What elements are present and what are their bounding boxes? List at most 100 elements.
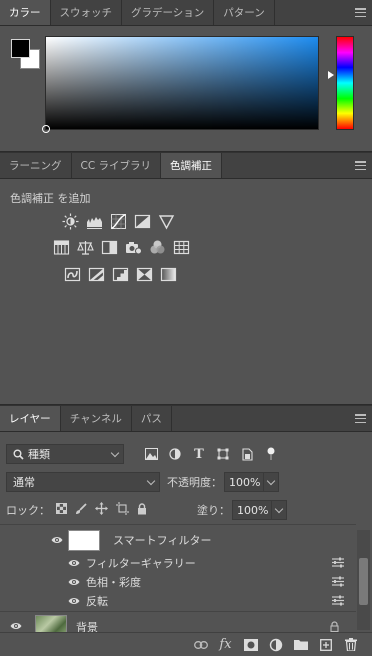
smart-filter-row[interactable]: スマートフィルター bbox=[0, 527, 356, 553]
invert-icon[interactable] bbox=[63, 265, 82, 284]
color-panel: カラー スウォッチ グラデーション パターン bbox=[0, 0, 372, 152]
blend-mode-row: 通常 不透明度： 100% bbox=[0, 472, 372, 492]
filter-blending-options-icon[interactable] bbox=[332, 595, 344, 609]
tab-paths[interactable]: パス bbox=[132, 406, 172, 431]
adjustments-panel-tabbar: ラーニング CC ライブラリ 色調補正 bbox=[0, 153, 372, 179]
visibility-eye-icon[interactable] bbox=[51, 536, 63, 544]
fill-dropdown-button[interactable] bbox=[271, 500, 287, 520]
layer-style-fx-button[interactable]: fx bbox=[218, 637, 233, 652]
panel-menu-icon[interactable] bbox=[355, 161, 366, 170]
tab-adjustments[interactable]: 色調補正 bbox=[161, 153, 223, 178]
photo-filter-icon[interactable] bbox=[124, 238, 143, 257]
new-adjustment-layer-icon[interactable] bbox=[268, 637, 283, 652]
fill-input[interactable]: 100% bbox=[232, 500, 272, 520]
selective-color-icon[interactable] bbox=[135, 265, 154, 284]
channel-mixer-icon[interactable] bbox=[148, 238, 167, 257]
filter-blending-options-icon[interactable] bbox=[332, 576, 344, 590]
color-panel-tabbar: カラー スウォッチ グラデーション パターン bbox=[0, 0, 372, 26]
visibility-eye-icon[interactable] bbox=[10, 622, 22, 630]
lock-position-move-icon[interactable] bbox=[95, 502, 108, 518]
color-field-marker[interactable] bbox=[42, 125, 50, 133]
threshold-icon[interactable] bbox=[111, 265, 130, 284]
tab-swatches[interactable]: スウォッチ bbox=[51, 0, 122, 25]
color-picker-field[interactable] bbox=[42, 36, 319, 133]
adjustments-title: 色調補正 を追加 bbox=[10, 192, 91, 205]
tab-gradients[interactable]: グラデーション bbox=[122, 0, 215, 25]
tab-patterns[interactable]: パターン bbox=[214, 0, 275, 25]
color-lookup-icon[interactable] bbox=[172, 238, 191, 257]
background-layer-row[interactable]: 背景 bbox=[0, 613, 356, 632]
blend-mode-dropdown[interactable]: 通常 bbox=[6, 472, 160, 492]
posterize-icon[interactable] bbox=[87, 265, 106, 284]
adjustment-layer-filter-icon[interactable] bbox=[168, 447, 182, 461]
fill-label: 塗り： bbox=[197, 504, 230, 517]
smart-object-filter-icon[interactable] bbox=[240, 447, 254, 461]
opacity-input[interactable]: 100% bbox=[224, 472, 264, 492]
smart-filter-label: スマートフィルター bbox=[113, 534, 212, 547]
shape-layer-filter-icon[interactable] bbox=[216, 447, 230, 461]
panel-menu-icon[interactable] bbox=[355, 414, 366, 423]
adjustments-panel: ラーニング CC ライブラリ 色調補正 色調補正 を追加 bbox=[0, 153, 372, 405]
tab-color[interactable]: カラー bbox=[0, 0, 51, 25]
search-icon bbox=[13, 449, 24, 460]
tab-cc-libraries[interactable]: CC ライブラリ bbox=[72, 153, 162, 178]
pixel-layer-filter-icon[interactable] bbox=[144, 447, 158, 461]
brightness-contrast-icon[interactable] bbox=[61, 212, 80, 231]
lock-all-icon[interactable] bbox=[137, 502, 147, 518]
type-layer-filter-icon[interactable]: T bbox=[192, 447, 206, 462]
hue-saturation-icon[interactable] bbox=[52, 238, 71, 257]
invert-label: 反転 bbox=[86, 595, 108, 608]
filter-blending-options-icon[interactable] bbox=[332, 557, 344, 571]
lock-label: ロック： bbox=[6, 504, 50, 517]
hue-saturation-filter-row[interactable]: 色相・彩度 bbox=[0, 573, 356, 591]
delete-layer-trash-icon[interactable] bbox=[343, 637, 358, 652]
tab-layers[interactable]: レイヤー bbox=[0, 406, 61, 431]
lock-transparency-icon[interactable] bbox=[56, 503, 67, 517]
lock-artboard-icon[interactable] bbox=[116, 502, 129, 518]
layer-filter-icons: T bbox=[144, 447, 278, 462]
vibrance-icon[interactable] bbox=[157, 212, 176, 231]
hue-saturation-label: 色相・彩度 bbox=[86, 576, 141, 589]
add-mask-icon[interactable] bbox=[243, 637, 258, 652]
layers-scrollbar-thumb[interactable] bbox=[359, 558, 368, 605]
layer-list-divider bbox=[0, 611, 356, 612]
adjustments-row-2 bbox=[52, 238, 191, 257]
link-layers-icon[interactable] bbox=[193, 637, 208, 652]
smart-filter-mask-thumbnail[interactable] bbox=[68, 529, 100, 551]
hue-slider[interactable] bbox=[336, 36, 354, 130]
color-balance-icon[interactable] bbox=[76, 238, 95, 257]
adjustments-row-1 bbox=[61, 212, 176, 231]
filter-gallery-row[interactable]: フィルターギャラリー bbox=[0, 554, 356, 572]
invert-filter-row[interactable]: 反転 bbox=[0, 592, 356, 610]
black-white-icon[interactable] bbox=[100, 238, 119, 257]
layers-scrollbar[interactable] bbox=[357, 530, 370, 630]
opacity-dropdown-button[interactable] bbox=[263, 472, 279, 492]
new-group-folder-icon[interactable] bbox=[293, 637, 308, 652]
layers-bottom-toolbar: fx bbox=[0, 632, 372, 656]
chevron-down-icon bbox=[110, 448, 120, 458]
layer-list-divider bbox=[0, 524, 356, 525]
exposure-icon[interactable] bbox=[133, 212, 152, 231]
layers-panel-tabbar: レイヤー チャンネル パス bbox=[0, 406, 372, 432]
visibility-eye-icon[interactable] bbox=[68, 578, 80, 586]
levels-icon[interactable] bbox=[85, 212, 104, 231]
visibility-eye-icon[interactable] bbox=[68, 559, 80, 567]
lock-pixels-brush-icon[interactable] bbox=[75, 502, 87, 518]
hue-slider-marker[interactable] bbox=[328, 71, 334, 79]
background-layer-thumbnail[interactable] bbox=[35, 614, 67, 632]
lock-row: ロック： 塗り： 100% bbox=[0, 500, 372, 520]
foreground-color-swatch[interactable] bbox=[11, 39, 30, 58]
chevron-down-icon bbox=[146, 476, 156, 486]
panel-menu-icon[interactable] bbox=[355, 8, 366, 17]
gradient-map-icon[interactable] bbox=[159, 265, 178, 284]
curves-icon[interactable] bbox=[109, 212, 128, 231]
layers-panel: レイヤー チャンネル パス 種類 T 通常 不透明度： 100% ロック： 塗り… bbox=[0, 406, 372, 656]
opacity-label: 不透明度： bbox=[167, 476, 222, 489]
visibility-eye-icon[interactable] bbox=[68, 597, 80, 605]
layer-kind-filter[interactable]: 種類 bbox=[6, 444, 124, 464]
blend-mode-value: 通常 bbox=[13, 476, 35, 489]
filter-toggle-icon[interactable] bbox=[264, 447, 278, 461]
tab-learning[interactable]: ラーニング bbox=[0, 153, 72, 178]
tab-channels[interactable]: チャンネル bbox=[61, 406, 132, 431]
new-layer-icon[interactable] bbox=[318, 637, 333, 652]
